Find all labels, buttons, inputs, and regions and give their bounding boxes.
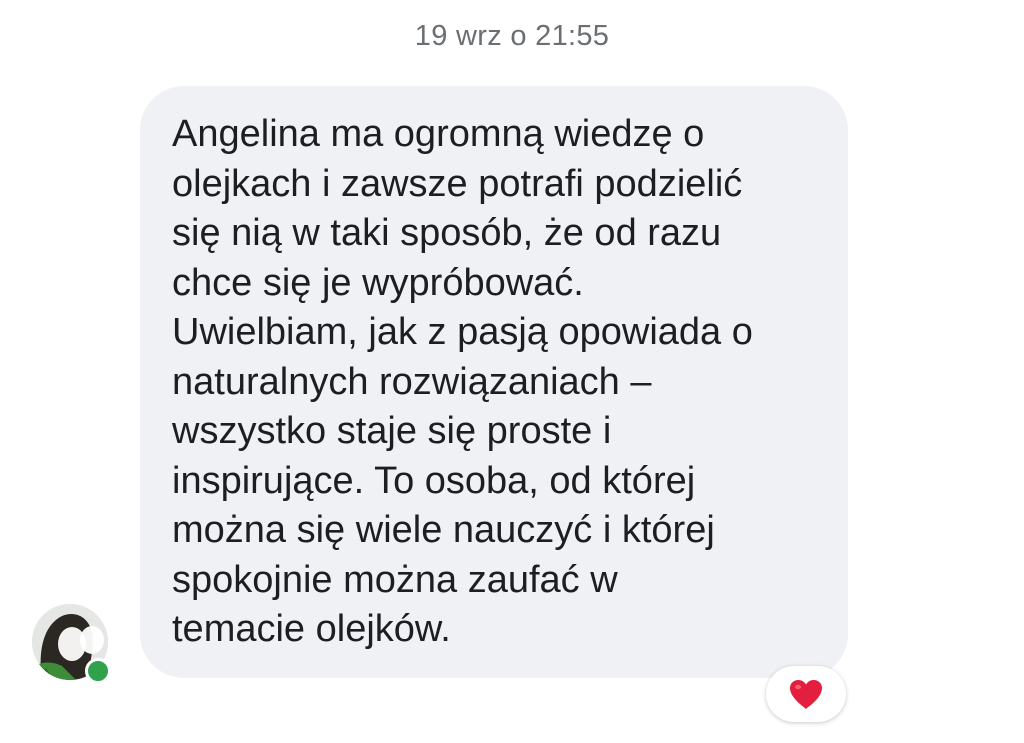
message-bubble[interactable]: Angelina ma ogromną wiedzę o olejkach i …	[140, 86, 848, 678]
reaction-badge[interactable]	[766, 666, 846, 722]
heart-icon	[790, 679, 822, 709]
online-status-indicator	[85, 658, 111, 684]
message-text: Angelina ma ogromną wiedzę o olejkach i …	[172, 113, 753, 650]
message-timestamp: 19 wrz o 21:55	[414, 20, 610, 52]
chat-view: 19 wrz o 21:55 Angelina ma ogromną wiedz…	[0, 0, 1024, 743]
